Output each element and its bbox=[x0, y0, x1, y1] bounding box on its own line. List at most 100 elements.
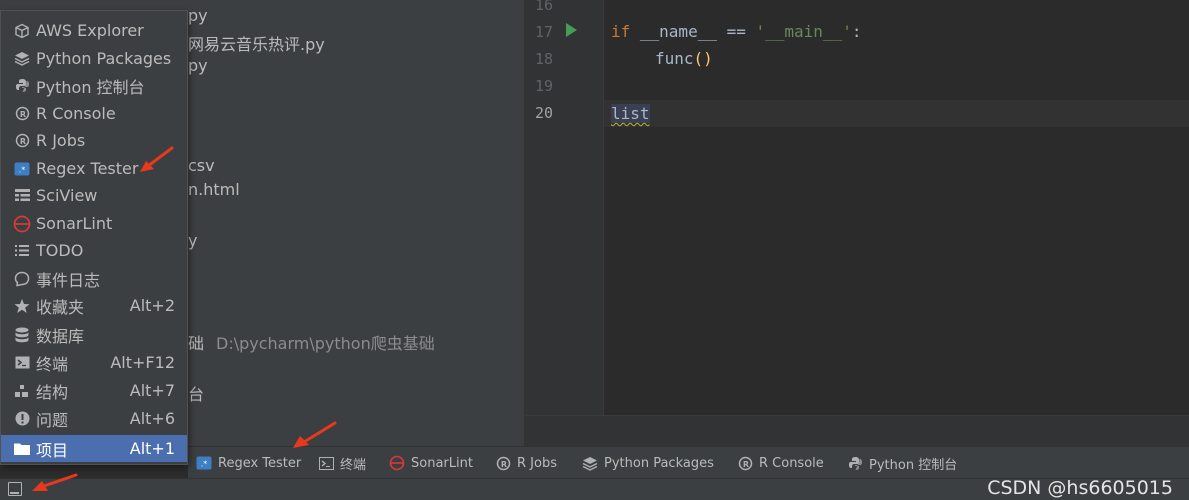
menu-item-14[interactable]: 问题 Alt+6 bbox=[1, 405, 187, 432]
svg-text:.*: .* bbox=[19, 165, 26, 174]
table-icon bbox=[13, 187, 31, 205]
menu-item-shortcut: Alt+1 bbox=[129, 439, 175, 458]
menu-item-3[interactable]: R R Console bbox=[1, 100, 187, 127]
svg-text:R: R bbox=[742, 460, 748, 469]
menu-item-10[interactable]: 收藏夹 Alt+2 bbox=[1, 292, 187, 319]
menu-item-8[interactable]: TODO bbox=[1, 237, 187, 264]
tree-item-project-root[interactable]: 础 D:\pycharm\python爬虫基础 bbox=[188, 330, 435, 354]
tool-tab-r-console[interactable]: R R Console bbox=[737, 453, 824, 473]
tree-item-label: y bbox=[188, 231, 198, 250]
project-path: D:\pycharm\python爬虫基础 bbox=[216, 334, 435, 353]
layers-icon bbox=[13, 50, 31, 68]
menu-item-shortcut: Alt+F12 bbox=[110, 353, 175, 372]
menu-item-shortcut: Alt+2 bbox=[129, 296, 175, 315]
menu-item-15[interactable]: 项目 Alt+1 bbox=[1, 435, 187, 462]
tree-item-label: n.html bbox=[188, 180, 240, 199]
line-number: 17 bbox=[534, 23, 553, 41]
terminal-icon bbox=[318, 455, 334, 471]
tool-tab-r-jobs[interactable]: R R Jobs bbox=[495, 453, 557, 473]
menu-item-2[interactable]: Python 控制台 bbox=[1, 72, 187, 99]
menu-item-label: 收藏夹 bbox=[36, 297, 85, 317]
line-number: 16 bbox=[534, 0, 553, 14]
editor-gutter: 16 17 18 19 20 bbox=[525, 0, 604, 415]
watermark: CSDN @hs6605015 bbox=[987, 477, 1173, 499]
r-icon: R bbox=[13, 105, 31, 123]
star-icon bbox=[13, 297, 31, 315]
list-icon bbox=[13, 242, 31, 260]
python-icon bbox=[13, 77, 31, 95]
menu-item-6[interactable]: SciView bbox=[1, 182, 187, 209]
tree-item[interactable]: py bbox=[188, 56, 208, 75]
tool-windows-menu: AWS Explorer Python Packages Python 控制台 R R … bbox=[0, 10, 188, 465]
menu-item-label: Python 控制台 bbox=[36, 77, 145, 97]
tree-item[interactable]: py bbox=[188, 6, 208, 25]
python-icon bbox=[847, 455, 863, 471]
chat-icon bbox=[13, 270, 31, 288]
structure-icon bbox=[13, 382, 31, 400]
current-line-highlight bbox=[604, 100, 1189, 127]
menu-item-label: 结构 bbox=[36, 382, 69, 402]
tool-tab-python-console[interactable]: Python 控制台 bbox=[847, 453, 957, 473]
svg-text:.*: .* bbox=[201, 460, 208, 469]
menu-item-label: 项目 bbox=[36, 440, 69, 460]
annotation-arrow-icon bbox=[140, 146, 174, 172]
code-line-17: if __name__ == '__main__': bbox=[611, 22, 861, 41]
tree-item-label: 网易云音乐热评.py bbox=[188, 35, 325, 54]
tool-tab-sonarlint[interactable]: SonarLint bbox=[389, 453, 473, 473]
tool-tab-regex-tester[interactable]: .* Regex Tester bbox=[196, 453, 301, 473]
tree-item[interactable]: y bbox=[188, 231, 197, 250]
problem-icon bbox=[13, 410, 31, 428]
r-icon: R bbox=[13, 132, 31, 150]
menu-item-shortcut: Alt+6 bbox=[129, 409, 175, 428]
tree-item[interactable]: csv bbox=[188, 156, 215, 175]
database-icon bbox=[13, 326, 31, 344]
line-number: 19 bbox=[534, 77, 553, 95]
tree-item-label: 台 bbox=[188, 385, 205, 404]
menu-item-9[interactable]: 事件日志 bbox=[1, 265, 187, 292]
menu-item-0[interactable]: AWS Explorer bbox=[1, 17, 187, 44]
code-line-20: list bbox=[611, 104, 650, 123]
menu-item-7[interactable]: SonarLint bbox=[1, 210, 187, 237]
menu-item-label: Python Packages bbox=[36, 49, 172, 68]
menu-item-label: 事件日志 bbox=[36, 270, 101, 290]
tool-tab-python-packages[interactable]: Python Packages bbox=[582, 453, 714, 473]
r-icon: R bbox=[737, 455, 753, 471]
menu-item-label: AWS Explorer bbox=[36, 21, 144, 40]
menu-item-label: SonarLint bbox=[36, 214, 113, 233]
menu-item-shortcut: Alt+7 bbox=[129, 381, 175, 400]
svg-text:R: R bbox=[19, 110, 25, 119]
menu-item-label: TODO bbox=[36, 241, 84, 260]
annotation-arrow-icon bbox=[32, 473, 78, 491]
keyword-if: if bbox=[611, 22, 631, 41]
menu-item-label: R Console bbox=[36, 104, 116, 123]
code-editor[interactable]: 16 17 18 19 20 if __name__ == '__main__'… bbox=[525, 0, 1189, 415]
status-bar: CSDN @hs6605015 bbox=[0, 477, 1189, 500]
menu-item-11[interactable]: 数据库 bbox=[1, 321, 187, 348]
menu-item-1[interactable]: Python Packages bbox=[1, 45, 187, 72]
code-line-18: func() bbox=[655, 49, 713, 68]
tool-tab-label: R Jobs bbox=[517, 455, 557, 471]
menu-item-label: 终端 bbox=[36, 354, 69, 374]
tool-tab-label: Regex Tester bbox=[218, 455, 302, 471]
menu-item-label: SciView bbox=[36, 186, 98, 205]
svg-text:R: R bbox=[500, 460, 506, 469]
tree-item[interactable]: 网易云音乐热评.py bbox=[188, 31, 325, 55]
tool-window-toggle-icon[interactable] bbox=[8, 482, 22, 496]
sonarlint-icon bbox=[389, 455, 405, 471]
tree-item[interactable]: 台 bbox=[188, 381, 204, 405]
terminal-icon bbox=[13, 354, 31, 372]
menu-item-label: 数据库 bbox=[36, 326, 85, 346]
code-name-expr: __name__ == bbox=[630, 22, 756, 41]
code-unresolved-list: list bbox=[611, 104, 650, 123]
menu-item-label: 问题 bbox=[36, 410, 69, 430]
menu-item-12[interactable]: 终端 Alt+F12 bbox=[1, 349, 187, 376]
line-number: 18 bbox=[534, 50, 553, 68]
cube-icon bbox=[13, 22, 31, 40]
tool-tab-terminal[interactable]: 终端 bbox=[318, 453, 366, 473]
run-icon[interactable] bbox=[566, 23, 577, 37]
tree-item[interactable]: n.html bbox=[188, 180, 240, 199]
tree-item-label: csv bbox=[188, 156, 215, 175]
menu-item-13[interactable]: 结构 Alt+7 bbox=[1, 377, 187, 404]
regex-icon: .* bbox=[13, 160, 31, 178]
sonarlint-icon bbox=[13, 215, 31, 233]
